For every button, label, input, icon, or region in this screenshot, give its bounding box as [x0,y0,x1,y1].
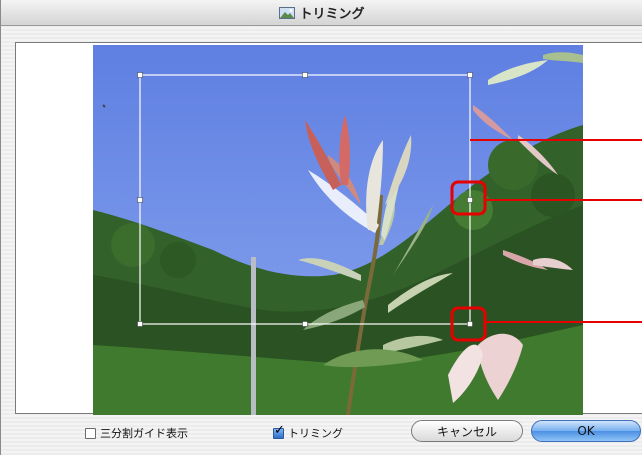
dialog-footer: 三分割ガイド表示 ✓ トリミング キャンセル OK [1,414,642,455]
ok-button[interactable]: OK [531,420,641,442]
preview-photo [93,45,583,415]
grid-guide-option[interactable]: 三分割ガイド表示 [85,425,188,441]
title-bar[interactable]: トリミング [1,0,642,26]
window-title: トリミング [279,3,365,22]
checkmark-icon: ✓ [274,422,285,438]
window-title-text: トリミング [299,7,365,22]
grid-guide-checkbox[interactable] [85,427,96,439]
trim-checkbox[interactable]: ✓ [273,424,285,439]
trimming-dialog: トリミング 三分割ガイド表示 ✓ トリミング キャンセル OK [0,0,642,455]
grid-guide-label: 三分割ガイド表示 [100,427,188,440]
trim-option[interactable]: ✓ トリミング [273,424,343,441]
cancel-button[interactable]: キャンセル [411,420,523,442]
image-icon [279,6,296,19]
trim-label: トリミング [288,427,343,440]
